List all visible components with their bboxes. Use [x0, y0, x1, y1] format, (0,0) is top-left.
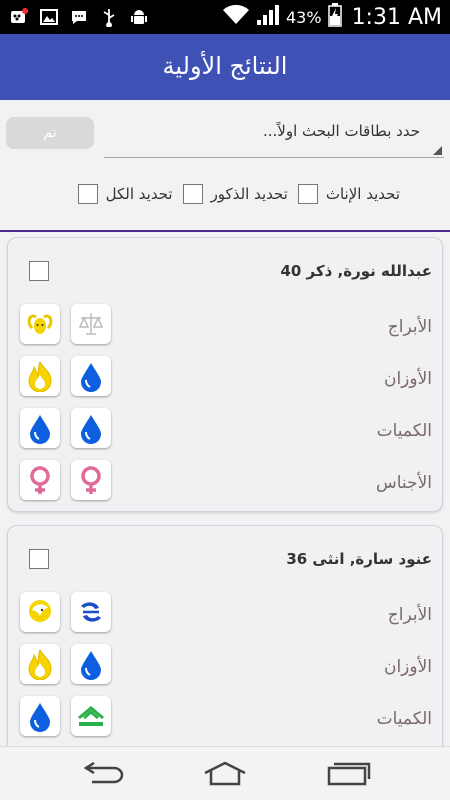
chat-icon — [68, 6, 90, 28]
select-all-checkbox[interactable] — [77, 184, 98, 204]
pisces-icon[interactable] — [71, 592, 111, 632]
select-females-checkbox[interactable] — [297, 184, 318, 204]
filter-select-females[interactable]: تحديد الإناث — [297, 184, 400, 204]
filter-select-all[interactable]: تحديد الكل — [77, 184, 173, 204]
page-title: النتائج الأولية — [162, 52, 288, 80]
search-cards-select[interactable]: حدد بطاقات البحث اولاً... — [104, 112, 444, 158]
libra-icon[interactable] — [71, 304, 111, 344]
earth-icon[interactable] — [71, 696, 111, 736]
water-icon[interactable] — [71, 408, 111, 448]
water-icon[interactable] — [71, 356, 111, 396]
notification-icons — [8, 6, 150, 28]
status-bar: 43% 1:31 AM — [0, 0, 450, 34]
system-navigation-bar — [0, 746, 450, 800]
row-label: الأوزان — [383, 369, 432, 389]
row-weights: الأوزان — [8, 354, 442, 406]
aries-icon[interactable] — [20, 304, 60, 344]
result-card-checkbox[interactable] — [29, 261, 49, 281]
leo-icon[interactable] — [20, 592, 60, 632]
filter-select-females-label: تحديد الإناث — [325, 185, 400, 203]
row-label: الكميات — [376, 421, 432, 441]
fire-icon[interactable] — [20, 356, 60, 396]
row-zodiac: الأبراج — [8, 590, 442, 642]
water-icon[interactable] — [20, 408, 60, 448]
recents-icon[interactable] — [324, 760, 372, 788]
filter-select-males[interactable]: تحديد الذكور — [182, 184, 288, 204]
signal-icon — [256, 4, 280, 30]
row-label: الأبراج — [387, 317, 432, 337]
row-weights: الأوزان — [8, 642, 442, 694]
section-divider — [0, 230, 450, 232]
water-icon[interactable] — [20, 696, 60, 736]
result-card-checkbox[interactable] — [29, 549, 49, 569]
result-card[interactable]: عنود سارة, انثى 36 الأبراج الأوزان الكمي… — [7, 525, 443, 765]
row-zodiac: الأبراج — [8, 302, 442, 354]
dropdown-arrow-icon — [433, 146, 442, 155]
filter-select-males-label: تحديد الذكور — [210, 185, 288, 203]
water-icon[interactable] — [71, 644, 111, 684]
battery-percent: 43% — [286, 7, 322, 27]
row-quantities: الكميات — [8, 694, 442, 746]
row-label: الأوزان — [383, 657, 432, 677]
row-label: الكميات — [376, 709, 432, 729]
row-label: الأبراج — [387, 605, 432, 625]
result-card[interactable]: عبدالله نورة, ذكر 40 الأبراج الأوزان الك… — [7, 237, 443, 512]
clock: 1:31 AM — [351, 4, 442, 30]
row-genders: الأجناس — [8, 458, 442, 510]
fire-icon[interactable] — [20, 644, 60, 684]
home-icon[interactable] — [201, 760, 249, 788]
female-icon[interactable] — [20, 460, 60, 500]
row-quantities: الكميات — [8, 406, 442, 458]
search-controls: تم حدد بطاقات البحث اولاً... تحديد الإنا… — [0, 100, 450, 230]
back-icon[interactable] — [79, 760, 127, 788]
filter-select-all-label: تحديد الكل — [105, 185, 173, 203]
battery-charging-icon — [327, 3, 342, 31]
bbm-icon — [8, 6, 30, 28]
wifi-icon — [222, 4, 250, 30]
row-label: الأجناس — [376, 473, 432, 493]
image-icon — [38, 6, 60, 28]
female-icon[interactable] — [71, 460, 111, 500]
ok-button[interactable]: تم — [6, 117, 94, 149]
select-males-checkbox[interactable] — [182, 184, 203, 204]
app-bar: النتائج الأولية — [0, 34, 450, 100]
result-card-title: عنود سارة, انثى 36 — [286, 550, 432, 568]
android-debug-icon — [128, 6, 150, 28]
search-cards-select-value: حدد بطاقات البحث اولاً... — [263, 122, 420, 140]
gender-filters: تحديد الإناث تحديد الذكور تحديد الكل — [77, 184, 400, 204]
usb-icon — [98, 6, 120, 28]
result-card-title: عبدالله نورة, ذكر 40 — [280, 262, 432, 280]
